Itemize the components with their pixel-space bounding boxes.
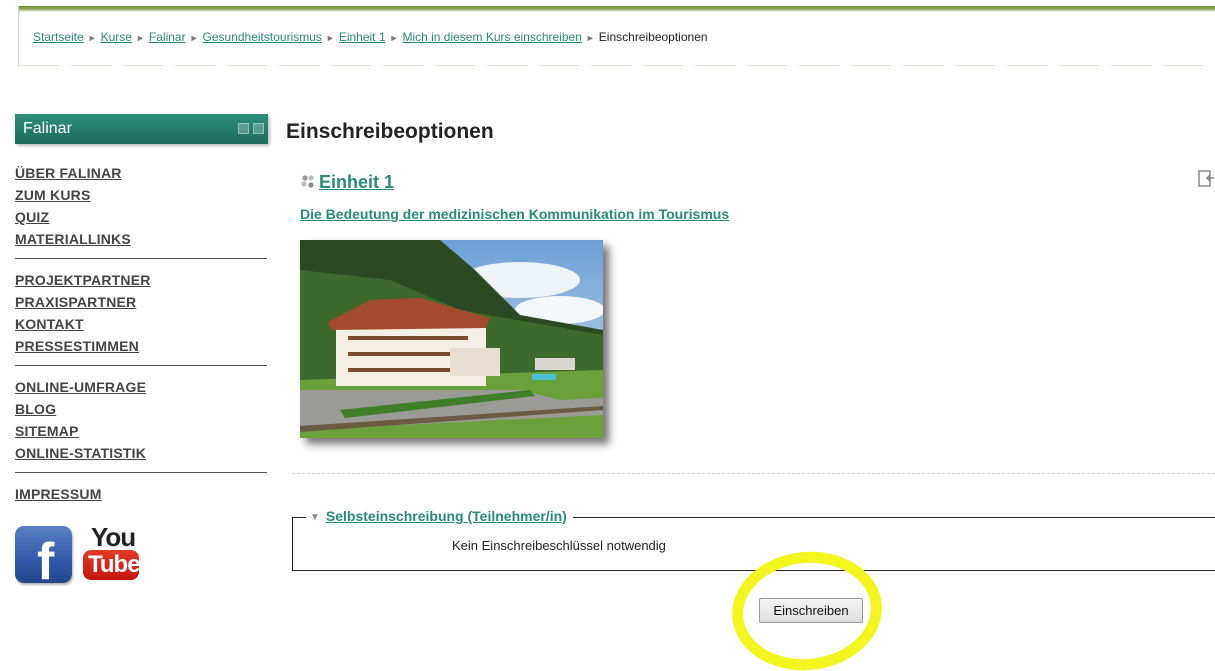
section-divider <box>292 473 1215 474</box>
enrolment-fieldset <box>292 517 1215 571</box>
breadcrumb-separator-icon: ► <box>189 33 199 43</box>
dock-block-icon[interactable] <box>253 123 264 134</box>
block-controls <box>238 123 264 134</box>
sidebar-item-materiallinks[interactable]: MATERIALLINKS <box>15 228 267 250</box>
breadcrumb-separator-icon: ► <box>585 33 595 43</box>
sidebar-item-kontakt[interactable]: KONTAKT <box>15 313 267 335</box>
breadcrumb-current: Einschreibeoptionen <box>598 30 708 44</box>
course-icon <box>300 174 316 195</box>
enrolment-legend-label[interactable]: Selbsteinschreibung (Teilnehmer/in) <box>326 508 567 524</box>
enrol-button[interactable]: Einschreiben <box>759 598 863 623</box>
breadcrumb-separator-icon: ► <box>389 33 399 43</box>
sidebar-item-projektpartner[interactable]: PROJEKTPARTNER <box>15 269 267 291</box>
sidebar-item-impressum[interactable]: IMPRESSUM <box>15 483 267 505</box>
breadcrumb-link-enrol[interactable]: Mich in diesem Kurs einschreiben <box>402 30 581 44</box>
course-summary-link[interactable]: Die Bedeutung der medizinischen Kommunik… <box>300 206 729 222</box>
sidebar-item-zum-kurs[interactable]: ZUM KURS <box>15 184 267 206</box>
social-links: f You Tube <box>15 522 145 591</box>
breadcrumb-link-kurse[interactable]: Kurse <box>101 30 132 44</box>
breadcrumb-separator-icon: ► <box>325 33 335 43</box>
facebook-letter: f <box>37 533 55 591</box>
facebook-icon[interactable]: f <box>15 526 72 591</box>
sidebar-nav: ÜBER FALINAR ZUM KURS QUIZ MATERIALLINKS… <box>15 162 267 523</box>
breadcrumb-link-falinar[interactable]: Falinar <box>149 30 186 44</box>
sidebar-item-praxispartner[interactable]: PRAXISPARTNER <box>15 291 267 313</box>
collapse-block-icon[interactable] <box>238 123 249 134</box>
nav-group: IMPRESSUM <box>15 483 267 513</box>
breadcrumb-separator-icon: ► <box>87 33 97 43</box>
nav-group: ÜBER FALINAR ZUM KURS QUIZ MATERIALLINKS <box>15 162 267 259</box>
breadcrumb: Startseite ► Kurse ► Falinar ► Gesundheitstour… <box>33 30 708 44</box>
collapse-triangle-icon[interactable]: ▼ <box>310 512 320 523</box>
sidebar-item-pressestimmen[interactable]: PRESSESTIMMEN <box>15 335 267 357</box>
course-image <box>300 240 603 438</box>
sidebar-block-title: Falinar <box>23 120 72 137</box>
youtube-icon[interactable]: You Tube <box>79 522 141 584</box>
breadcrumb-bar: Startseite ► Kurse ► Falinar ► Gesundheitstour… <box>18 6 1215 66</box>
breadcrumb-link-einheit-1[interactable]: Einheit 1 <box>339 30 386 44</box>
sidebar-item-ueber-falinar[interactable]: ÜBER FALINAR <box>15 162 267 184</box>
enrolment-info-text: Kein Einschreibeschlüssel notwendig <box>452 538 666 553</box>
page-title: Einschreibeoptionen <box>286 120 494 143</box>
sidebar-item-online-umfrage[interactable]: ONLINE-UMFRAGE <box>15 376 267 398</box>
sidebar-item-sitemap[interactable]: SITEMAP <box>15 420 267 442</box>
sidebar-item-blog[interactable]: BLOG <box>15 398 267 420</box>
youtube-tube-badge: Tube <box>83 550 141 580</box>
sidebar-block-header: Falinar <box>15 114 268 144</box>
youtube-tube-text: Tube <box>88 551 141 578</box>
youtube-you-text: You <box>91 522 136 552</box>
unenrol-icon[interactable] <box>1198 170 1215 188</box>
breadcrumb-link-startseite[interactable]: Startseite <box>33 30 84 44</box>
breadcrumb-separator-icon: ► <box>135 33 145 43</box>
course-name-link[interactable]: Einheit 1 <box>319 172 394 193</box>
nav-group: ONLINE-UMFRAGE BLOG SITEMAP ONLINE-STATI… <box>15 376 267 473</box>
breadcrumb-link-gesundheitstourismus[interactable]: Gesundheitstourismus <box>203 30 322 44</box>
sidebar-item-quiz[interactable]: QUIZ <box>15 206 267 228</box>
enrolment-legend[interactable]: ▼ Selbsteinschreibung (Teilnehmer/in) <box>306 508 573 524</box>
sidebar-item-online-statistik[interactable]: ONLINE-STATISTIK <box>15 442 267 464</box>
nav-group: PROJEKTPARTNER PRAXISPARTNER KONTAKT PRE… <box>15 269 267 366</box>
